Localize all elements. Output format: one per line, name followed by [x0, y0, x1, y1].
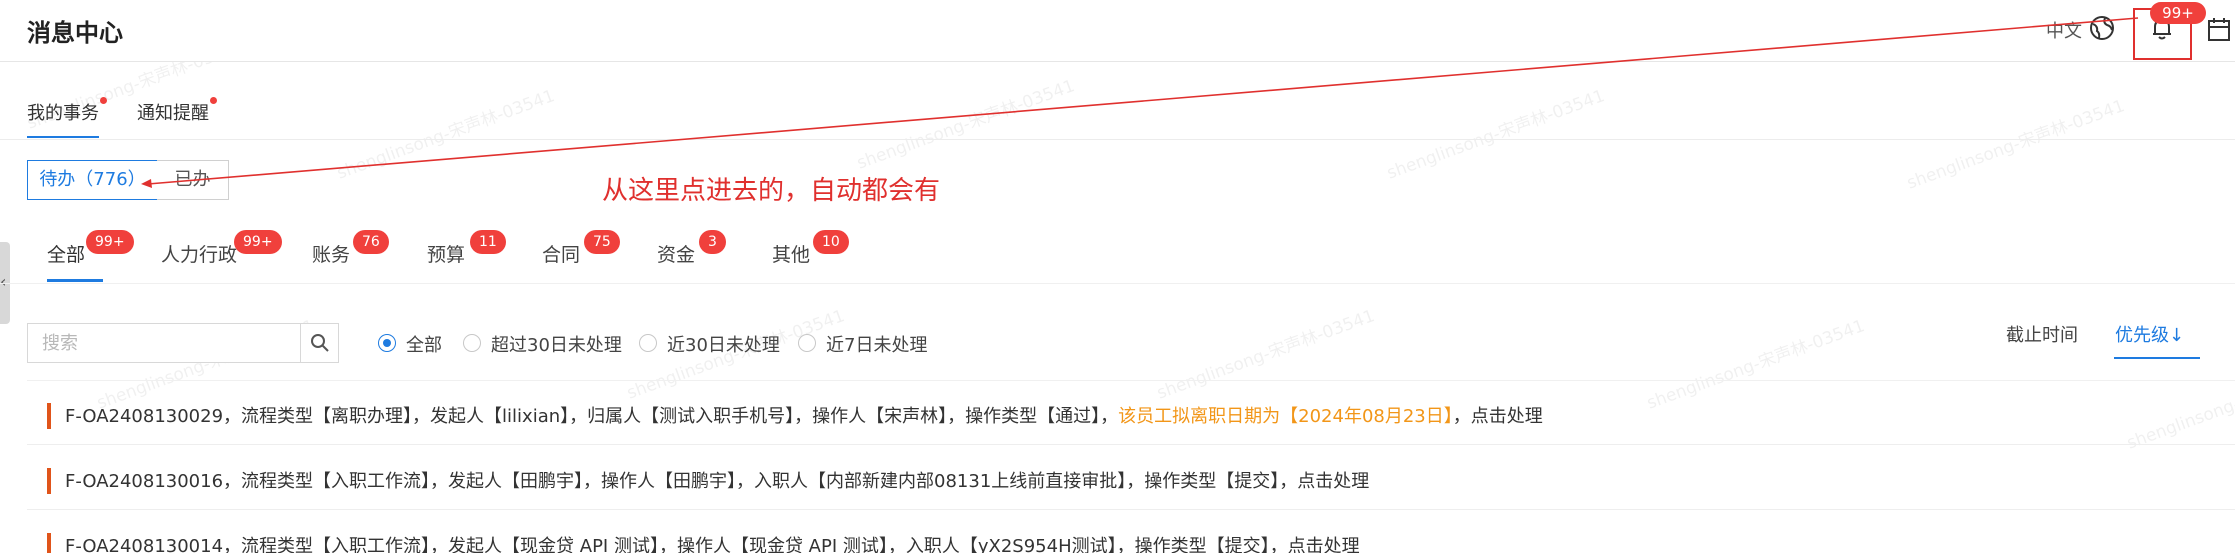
unread-dot	[210, 97, 217, 104]
radio-label: 近30日未处理	[667, 335, 780, 356]
list-item[interactable]: F-OA2408130029，流程类型【离职办理】，发起人【lilixian】，…	[27, 381, 2235, 445]
category-label: 合同	[542, 244, 581, 266]
radio-circle	[639, 334, 657, 352]
category-tab-budget[interactable]: 预算 11	[427, 230, 506, 267]
todo-segment-button[interactable]: 待办（776）	[27, 160, 158, 200]
category-label: 人力行政	[161, 244, 238, 266]
top-header: 消息中心 中文 99+	[0, 0, 2235, 62]
tab-my-affairs[interactable]: 我的事务	[27, 97, 107, 125]
list-item-text: F-OA2408130014，流程类型【入职工作流】，发起人【现金贷 API 测…	[65, 532, 1360, 553]
radio-label: 超过30日未处理	[491, 335, 622, 356]
category-count-badge: 11	[470, 230, 506, 254]
globe-icon[interactable]	[2088, 14, 2116, 42]
category-tab-other[interactable]: 其他 10	[772, 230, 849, 267]
category-tab-accounting[interactable]: 账务 76	[312, 230, 389, 267]
category-label: 其他	[772, 244, 811, 266]
category-count-badge: 10	[813, 230, 849, 254]
done-segment-button[interactable]: 已办	[157, 160, 229, 200]
category-tab-contract[interactable]: 合同 75	[542, 230, 620, 267]
category-label: 资金	[657, 244, 696, 266]
priority-bar	[47, 533, 51, 553]
sort-active-indicator	[2114, 357, 2200, 359]
category-tab-funds[interactable]: 资金 3	[657, 230, 726, 267]
search-input[interactable]	[27, 323, 300, 363]
radio-circle	[798, 334, 816, 352]
list-item-text: F-OA2408130029，流程类型【离职办理】，发起人【lilixian】，…	[65, 402, 1543, 428]
list-item-text: F-OA2408130016，流程类型【入职工作流】，发起人【田鹏宇】，操作人【…	[65, 467, 1369, 493]
tab-active-indicator	[27, 136, 99, 138]
category-tab-all[interactable]: 全部 99+	[47, 230, 134, 267]
watermark: shenglinsong-宋声林-03541	[334, 86, 558, 184]
category-count-badge: 75	[584, 230, 620, 254]
watermark: shenglinsong-宋声林-03541	[1904, 96, 2128, 194]
category-label: 预算	[427, 244, 466, 266]
category-label: 账务	[312, 244, 351, 266]
category-count-badge: 3	[699, 230, 726, 254]
priority-bar	[47, 468, 51, 494]
list-item[interactable]: F-OA2408130016，流程类型【入职工作流】，发起人【田鹏宇】，操作人【…	[27, 446, 2235, 510]
item-body: F-OA2408130014，流程类型【入职工作流】，发起人【现金贷 API 测…	[65, 536, 1360, 553]
search-button[interactable]	[300, 323, 339, 363]
radio-circle	[463, 334, 481, 352]
notification-count-badge: 99+	[2150, 2, 2206, 24]
tab-notifications[interactable]: 通知提醒	[137, 97, 217, 125]
calendar-icon[interactable]	[2206, 15, 2232, 43]
tab-label: 通知提醒	[137, 103, 209, 124]
radio-label: 全部	[406, 335, 442, 356]
category-count-badge: 76	[353, 230, 389, 254]
radio-label: 近7日未处理	[826, 335, 928, 356]
category-count-badge: 99+	[86, 230, 134, 254]
item-highlight: 该员工拟离职日期为【2024年08月23日】	[1118, 406, 1453, 427]
category-active-indicator	[47, 279, 103, 282]
tab-label: 我的事务	[27, 103, 99, 124]
message-center-page: shenglinsong-宋声林-03541 shenglinsong-宋声林-…	[0, 0, 2235, 553]
priority-bar	[47, 403, 51, 429]
annotation-note: 从这里点进去的，自动都会有	[602, 176, 941, 206]
category-label: 全部	[47, 244, 86, 266]
unread-dot	[100, 97, 107, 104]
watermark: shenglinsong-宋声林-03541	[854, 76, 1078, 174]
watermark: shenglinsong-宋声林-03541	[1384, 86, 1608, 184]
sort-by-priority[interactable]: 优先级↓	[2115, 321, 2184, 347]
category-count-badge: 99+	[234, 230, 282, 254]
page-title: 消息中心	[27, 19, 123, 47]
item-body: F-OA2408130016，流程类型【入职工作流】，发起人【田鹏宇】，操作人【…	[65, 471, 1370, 492]
sort-by-deadline[interactable]: 截止时间	[2006, 321, 2078, 347]
search-icon	[311, 334, 329, 352]
category-tab-hr-admin[interactable]: 人力行政 99+	[161, 230, 282, 267]
chevron-left-icon: ‹	[0, 272, 7, 291]
item-action: ，点击处理	[1452, 406, 1543, 427]
item-body: F-OA2408130029，流程类型【离职办理】，发起人【lilixian】，…	[65, 406, 1119, 427]
radio-circle	[378, 334, 396, 352]
list-item[interactable]: F-OA2408130014，流程类型【入职工作流】，发起人【现金贷 API 测…	[27, 511, 2235, 553]
divider	[0, 283, 2235, 284]
language-switch[interactable]: 中文	[2046, 17, 2082, 43]
divider	[0, 139, 2235, 140]
